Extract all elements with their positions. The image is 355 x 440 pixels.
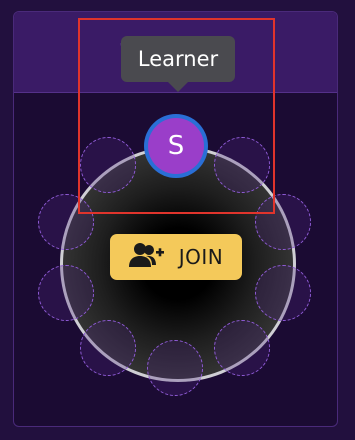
add-user-icon	[128, 241, 165, 273]
join-button[interactable]: JOIN	[110, 234, 242, 280]
avatar-initial: S	[148, 118, 204, 174]
empty-seat[interactable]	[147, 340, 203, 396]
empty-seat[interactable]	[255, 265, 311, 321]
empty-seat[interactable]	[214, 320, 270, 376]
empty-seat[interactable]	[214, 137, 270, 193]
empty-seat[interactable]	[255, 194, 311, 250]
join-label: JOIN	[178, 245, 224, 269]
tooltip-arrow	[168, 82, 188, 92]
empty-seat[interactable]	[80, 320, 136, 376]
empty-seat[interactable]	[80, 137, 136, 193]
empty-seat[interactable]	[38, 194, 94, 250]
app-frame: Table 1 JOIN S Learner	[0, 0, 355, 440]
user-avatar[interactable]: S	[144, 114, 208, 178]
empty-seat[interactable]	[38, 265, 94, 321]
user-tooltip: Learner	[121, 36, 235, 82]
